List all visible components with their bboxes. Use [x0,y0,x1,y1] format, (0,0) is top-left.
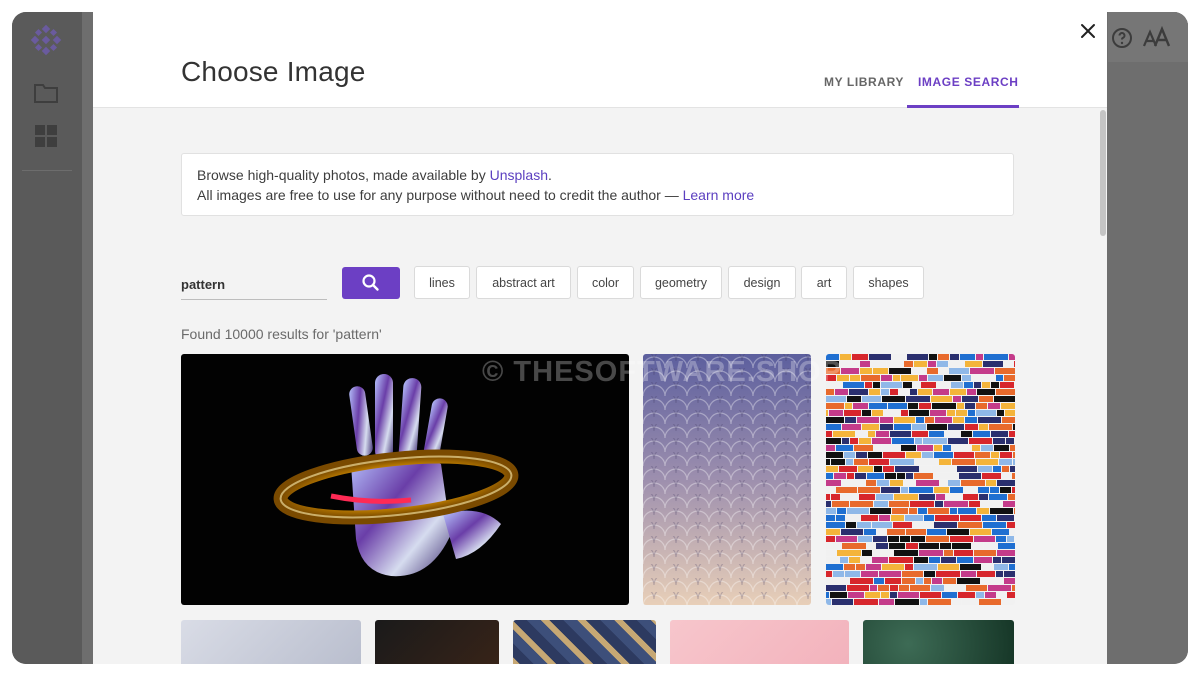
image-tile[interactable] [670,620,849,664]
search-input[interactable]: pattern [181,268,327,300]
info-line-1: Browse high-quality photos, made availab… [197,165,998,185]
suggestion-chip[interactable]: art [801,266,847,299]
tab-image-search[interactable]: IMAGE SEARCH [918,75,1019,89]
image-tile[interactable] [513,620,656,664]
image-tile[interactable] [181,354,629,605]
hand-ring-image [273,374,519,577]
modal-header: Choose Image MY LIBRARY IMAGE SEARCH [93,12,1107,108]
unsplash-info-box: Browse high-quality photos, made availab… [181,153,1014,216]
image-tile[interactable] [863,620,1014,664]
info-line-2: All images are free to use for any purpo… [197,185,998,205]
results-summary: Found 10000 results for 'pattern' [181,326,382,342]
suggestion-chip[interactable]: abstract art [476,266,571,299]
logo-icon[interactable] [30,24,62,56]
image-tile[interactable] [826,354,1015,605]
info-text: . [548,167,552,183]
folder-icon[interactable] [32,78,60,106]
suggestion-chip[interactable]: shapes [853,266,924,299]
tab-my-library[interactable]: MY LIBRARY [824,75,904,89]
rail-divider [22,170,72,171]
colorful-bricks-image [826,354,1015,605]
choose-image-modal: Choose Image MY LIBRARY IMAGE SEARCH Bro… [93,12,1107,664]
info-text: All images are free to use for any purpo… [197,187,683,203]
left-rail [12,12,82,664]
suggestion-chip[interactable]: design [728,266,796,299]
search-button[interactable] [342,267,400,299]
learn-more-link[interactable]: Learn more [683,187,755,203]
suggestion-chip[interactable]: lines [414,266,470,299]
image-tile[interactable] [375,620,499,664]
suggestion-chip[interactable]: color [577,266,634,299]
search-icon [362,274,379,291]
close-icon[interactable] [1077,20,1099,42]
image-tile[interactable] [643,354,811,605]
active-tab-indicator [907,105,1019,108]
grid-icon[interactable] [32,122,60,150]
image-tile[interactable] [181,620,361,664]
scrollbar[interactable] [1099,108,1107,664]
unsplash-link[interactable]: Unsplash [490,167,548,183]
help-icon[interactable] [1110,26,1134,50]
text-size-icon[interactable] [1142,26,1172,50]
modal-title: Choose Image [181,56,366,87]
app-topbar [1108,12,1188,62]
suggestion-chip[interactable]: geometry [640,266,722,299]
scallop-pattern-image [643,354,811,605]
scroll-thumb[interactable] [1100,110,1106,236]
info-text: Browse high-quality photos, made availab… [197,167,490,183]
